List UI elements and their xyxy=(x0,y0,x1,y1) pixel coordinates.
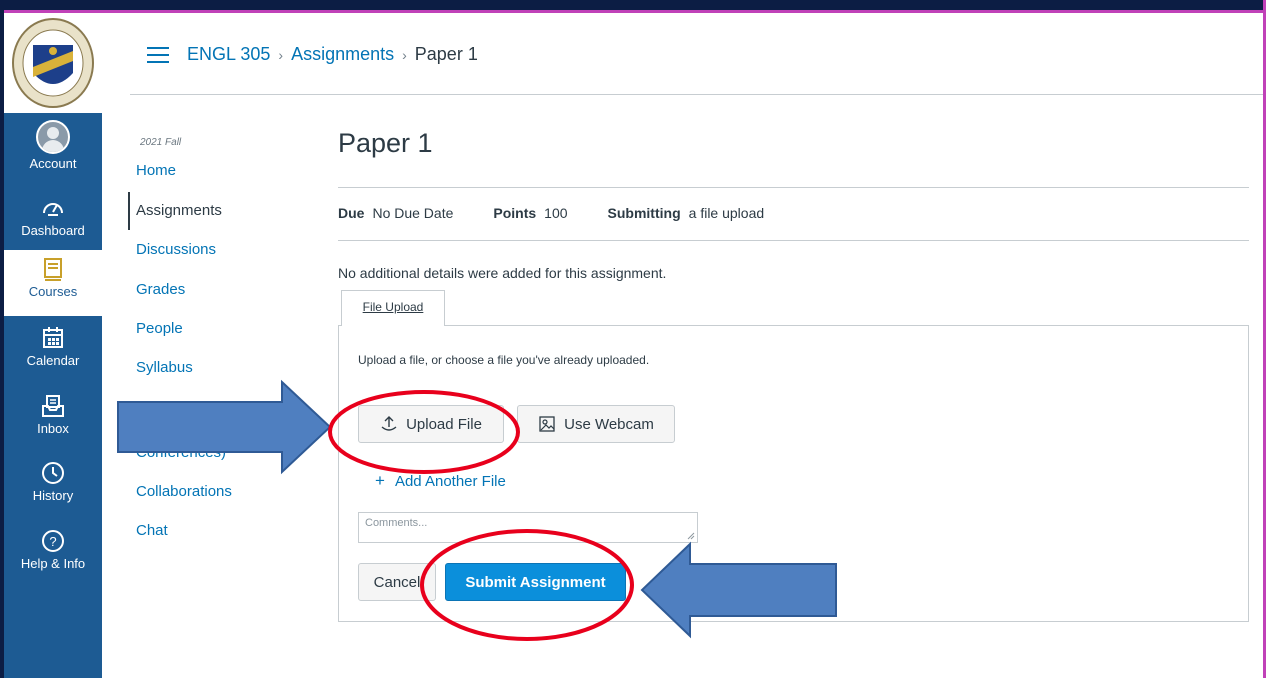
course-nav-syllabus[interactable]: Syllabus xyxy=(136,359,193,376)
assignment-meta: Due No Due Date Points 100 Submitting a … xyxy=(338,205,804,221)
cancel-label: Cancel xyxy=(373,573,421,591)
page-title: Paper 1 xyxy=(338,128,433,158)
help-icon: ? xyxy=(42,530,64,552)
course-nav-discussions[interactable]: Discussions xyxy=(136,241,216,258)
breadcrumb: ENGL 305 › Assignments › Paper 1 xyxy=(147,44,478,65)
submit-assignment-button[interactable]: Submit Assignment xyxy=(445,563,626,601)
nav-history[interactable]: History xyxy=(4,460,102,503)
due-value: No Due Date xyxy=(372,205,454,221)
assignment-details: No additional details were added for thi… xyxy=(338,265,667,281)
nav-history-label: History xyxy=(32,488,74,503)
courses-icon xyxy=(44,258,62,281)
tab-file-upload[interactable]: File Upload xyxy=(341,290,445,326)
breadcrumb-separator-icon: › xyxy=(278,46,284,63)
header-divider xyxy=(130,94,1266,95)
breadcrumb-course[interactable]: ENGL 305 xyxy=(187,44,270,65)
seal-icon xyxy=(12,18,94,108)
nav-inbox-label: Inbox xyxy=(37,421,69,436)
course-nav-active-indicator xyxy=(128,192,130,230)
nav-account-label: Account xyxy=(29,156,77,171)
nav-dashboard[interactable]: Dashboard xyxy=(4,195,102,238)
course-term: 2021 Fall xyxy=(140,137,182,148)
institution-logo[interactable] xyxy=(4,13,102,113)
course-nav-conferences[interactable]: Conferences) xyxy=(136,444,226,461)
cancel-button[interactable]: Cancel xyxy=(358,563,436,601)
nav-calendar-label: Calendar xyxy=(26,353,80,368)
nav-dashboard-label: Dashboard xyxy=(21,223,85,238)
points-value: 100 xyxy=(544,205,568,221)
avatar xyxy=(36,120,70,154)
window-frame-accent xyxy=(0,10,1266,13)
nav-help[interactable]: ? Help & Info xyxy=(4,528,102,571)
breadcrumb-separator-icon: › xyxy=(402,46,407,63)
course-nav-home[interactable]: Home xyxy=(136,162,176,179)
course-nav-people[interactable]: People xyxy=(136,320,183,337)
breadcrumb-current: Paper 1 xyxy=(414,44,478,64)
window-frame-left xyxy=(0,0,4,678)
upload-file-label: Upload File xyxy=(406,415,482,433)
resize-handle-icon[interactable] xyxy=(687,532,695,540)
use-webcam-label: Use Webcam xyxy=(564,415,654,433)
upload-file-button[interactable]: Upload File xyxy=(358,405,504,443)
history-icon xyxy=(42,462,64,484)
nav-help-label: Help & Info xyxy=(20,556,86,571)
submitting-value: a file upload xyxy=(688,205,765,221)
nav-inbox[interactable]: Inbox xyxy=(4,393,102,436)
comments-placeholder: Comments... xyxy=(365,517,428,529)
comments-field[interactable]: Comments... xyxy=(358,512,698,543)
nav-account[interactable]: Account xyxy=(4,120,102,171)
title-divider xyxy=(338,187,1249,188)
add-another-file-label: Add Another File xyxy=(394,472,506,490)
dashboard-icon xyxy=(43,203,63,216)
upload-hint: Upload a file, or choose a file you've a… xyxy=(358,353,650,367)
points-label: Points xyxy=(493,205,537,221)
nav-courses-label: Courses xyxy=(28,284,78,299)
hamburger-menu-icon[interactable] xyxy=(147,46,169,63)
nav-courses[interactable]: Courses xyxy=(4,250,102,316)
add-another-file-link[interactable]: + Add Another File xyxy=(375,471,506,491)
inbox-icon xyxy=(42,395,64,417)
submit-assignment-label: Submit Assignment xyxy=(465,573,606,591)
course-nav-collaborations[interactable]: Collaborations xyxy=(136,483,232,500)
calendar-icon xyxy=(43,327,63,348)
course-nav-grades[interactable]: Grades xyxy=(136,281,185,298)
plus-icon: + xyxy=(375,471,385,490)
upload-icon xyxy=(381,416,397,431)
nav-calendar[interactable]: Calendar xyxy=(4,325,102,368)
submitting-label: Submitting xyxy=(607,205,681,221)
course-nav-assignments[interactable]: Assignments xyxy=(136,202,222,219)
breadcrumb-assignments[interactable]: Assignments xyxy=(291,44,394,65)
window-frame-top xyxy=(0,0,1266,10)
meta-divider xyxy=(338,240,1249,241)
due-label: Due xyxy=(338,205,365,221)
svg-text:?: ? xyxy=(49,534,56,549)
use-webcam-button[interactable]: Use Webcam xyxy=(517,405,675,443)
course-nav-chat[interactable]: Chat xyxy=(136,522,168,539)
image-icon xyxy=(539,416,555,432)
